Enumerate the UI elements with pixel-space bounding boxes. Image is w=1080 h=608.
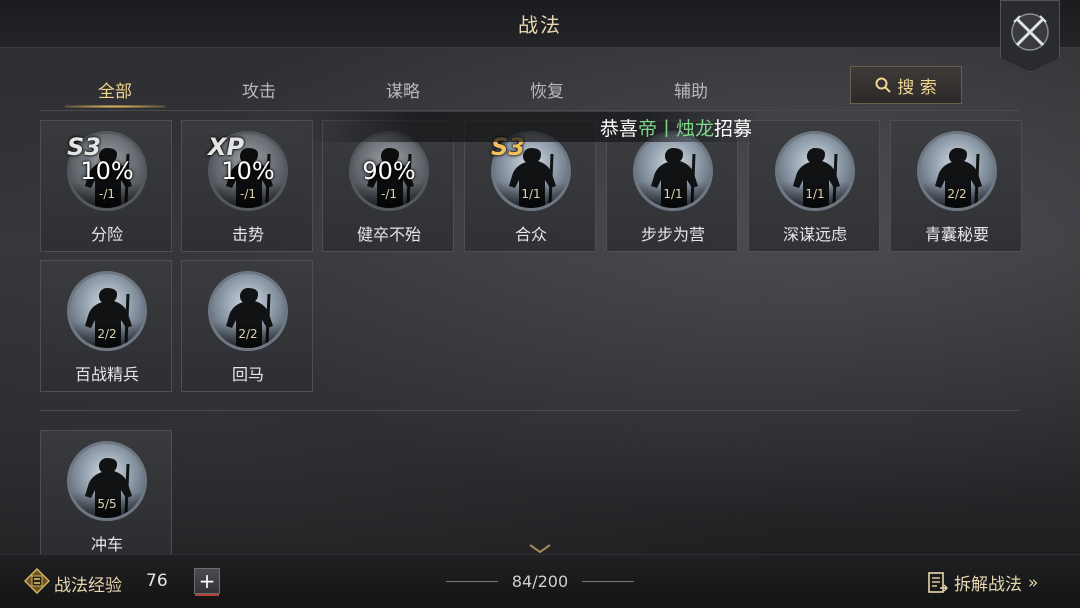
tactic-name: 深谋远虑 <box>782 225 847 244</box>
progress-percent: 10% <box>80 157 134 185</box>
tactic-card-chongche[interactable]: 5/5 冲车 <box>40 430 172 558</box>
tactic-name: 青囊秘要 <box>924 225 989 244</box>
page-title: 战法 <box>518 13 562 37</box>
dismantle-tactic-button[interactable]: 拆解战法 » <box>928 570 1038 595</box>
crossed-swords-icon <box>1011 13 1049 51</box>
tactic-name: 分险 <box>90 225 123 244</box>
owned-count: 2/2 <box>238 327 258 341</box>
tactic-name: 冲车 <box>90 535 123 554</box>
tactic-card-fenxian[interactable]: S3 10% -/1 分险 <box>40 120 172 252</box>
tab-all[interactable]: 全部 <box>55 70 175 108</box>
tactic-card-jishi[interactable]: XP 10% -/1 击势 <box>181 120 313 252</box>
close-button[interactable] <box>1000 0 1060 72</box>
exp-label: 战法经验 <box>54 576 122 596</box>
owned-count: -/1 <box>239 187 256 201</box>
owned-count: 1/1 <box>521 187 541 201</box>
search-icon <box>875 77 892 93</box>
tab-strategy[interactable]: 谋略 <box>343 70 463 108</box>
add-exp-button[interactable]: + <box>194 568 220 596</box>
double-chevron-right-icon: » <box>1028 572 1039 593</box>
category-tabs: 全部 攻击 谋略 恢复 辅助 <box>40 70 970 110</box>
progress-percent: 10% <box>221 157 275 185</box>
tactic-name: 百战精兵 <box>74 365 139 384</box>
tactic-name: 回马 <box>231 365 264 384</box>
tactic-card-baizhan[interactable]: 2/2 百战精兵 <box>40 260 172 392</box>
tactic-name: 健卒不殆 <box>356 225 421 244</box>
tactic-capacity: 84/200 <box>511 572 569 591</box>
search-button[interactable]: 搜 索 <box>850 66 962 104</box>
capacity-divider-right <box>582 581 634 582</box>
tactic-card-shenmou[interactable]: 1/1 深谋远虑 <box>748 120 880 252</box>
exp-value: 76 <box>146 571 168 591</box>
owned-count: -/1 <box>98 187 115 201</box>
document-list-icon <box>928 571 948 593</box>
search-label: 搜 索 <box>897 77 937 98</box>
owned-count: 2/2 <box>97 327 117 341</box>
exp-coin-icon <box>24 568 50 594</box>
tab-divider <box>40 110 1020 111</box>
tactic-card-huima[interactable]: 2/2 回马 <box>181 260 313 392</box>
recruit-announcement: 恭喜帝丨烛龙 招募 <box>300 112 760 142</box>
owned-count: 1/1 <box>663 187 683 201</box>
tab-attack[interactable]: 攻击 <box>199 70 319 108</box>
capacity-divider-left <box>446 581 498 582</box>
owned-count: 1/1 <box>805 187 825 201</box>
tab-support[interactable]: 辅助 <box>631 70 751 108</box>
tab-recovery[interactable]: 恢复 <box>487 70 607 108</box>
tactic-name: 步步为营 <box>640 225 705 244</box>
owned-count: 2/2 <box>947 187 967 201</box>
bottom-bar: 战法经验 76 + 84/200 拆解战法 » <box>0 554 1080 608</box>
owned-count: -/1 <box>380 187 397 201</box>
tactic-name: 击势 <box>231 225 264 244</box>
tactic-name: 合众 <box>514 225 547 244</box>
dismantle-label: 拆解战法 <box>954 575 1022 595</box>
progress-percent: 90% <box>362 157 416 185</box>
owned-count: 5/5 <box>97 497 117 511</box>
top-bar: 战法 <box>0 0 1080 72</box>
section-divider <box>40 410 1020 411</box>
tactic-card-qingnang[interactable]: 2/2 青囊秘要 <box>890 120 1022 252</box>
